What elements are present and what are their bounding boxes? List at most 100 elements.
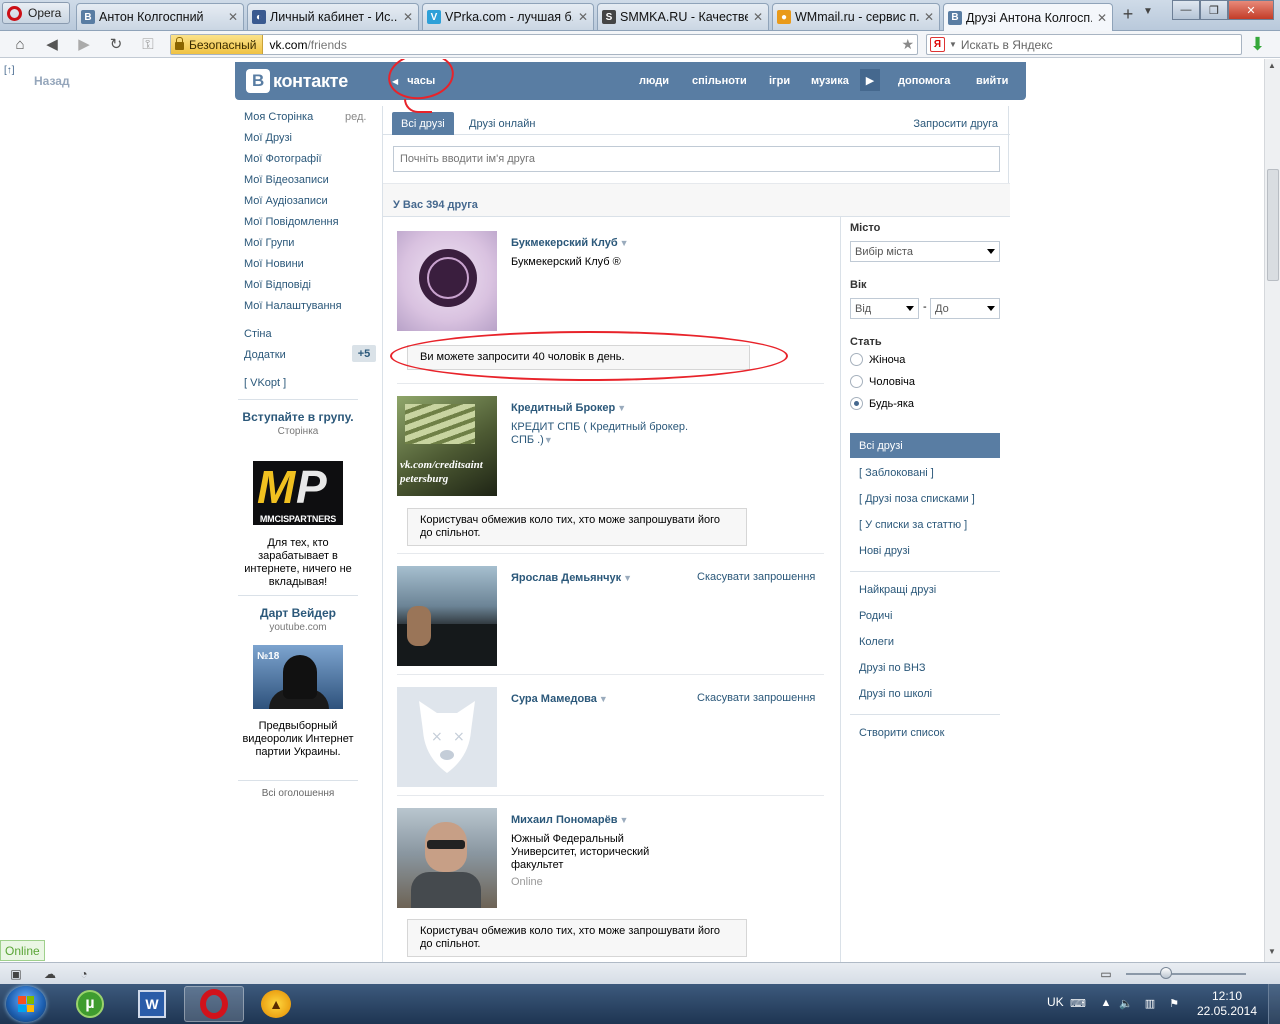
nav-logout[interactable]: вийти bbox=[976, 75, 1008, 87]
close-tab-icon[interactable]: ✕ bbox=[227, 10, 239, 24]
list-relatives[interactable]: Родичі bbox=[859, 610, 892, 622]
sex-option-female[interactable]: Жіноча bbox=[850, 353, 905, 366]
menu-apps[interactable]: Додатки bbox=[244, 349, 286, 361]
list-university[interactable]: Друзі по ВНЗ bbox=[859, 662, 926, 674]
keyboard-icon[interactable]: ⌨ bbox=[1070, 996, 1086, 1010]
taskbar-aimp[interactable]: ▲ bbox=[246, 986, 306, 1022]
friend-name-link[interactable]: Михаил Пономарёв ▼ bbox=[511, 814, 628, 826]
vk-logo[interactable]: В контакте bbox=[246, 69, 348, 93]
friend-name-link[interactable]: Ярослав Демьянчук ▼ bbox=[511, 572, 632, 584]
menu-my-photos[interactable]: Мої Фотографії bbox=[244, 153, 322, 165]
chevron-down-icon[interactable]: ▼ bbox=[620, 238, 629, 248]
taskbar-utorrent[interactable]: µ bbox=[60, 986, 120, 1022]
chevron-down-icon[interactable]: ▼ bbox=[617, 403, 626, 413]
nav-games[interactable]: ігри bbox=[769, 75, 790, 87]
security-badge[interactable]: Безопасный bbox=[171, 35, 264, 54]
browser-tab[interactable]: V VPrka.com - лучшая б... ✕ bbox=[422, 3, 594, 30]
radio-unchecked-icon[interactable] bbox=[850, 353, 863, 366]
tray-expand-icon[interactable]: ▲ bbox=[1098, 996, 1114, 1010]
browser-tab[interactable]: В Антон Колгоспний ✕ bbox=[76, 3, 244, 30]
friend-name-link[interactable]: Букмекерский Клуб ▼ bbox=[511, 237, 629, 249]
search-engine-dropdown-icon[interactable]: ▼ bbox=[949, 40, 957, 49]
friend-photo[interactable] bbox=[397, 808, 497, 908]
scroll-down-icon[interactable]: ▼ bbox=[1268, 947, 1276, 956]
sex-option-any[interactable]: Будь-яка bbox=[850, 397, 914, 410]
cloud-icon[interactable]: ☁ bbox=[42, 966, 58, 981]
list-school[interactable]: Друзі по школі bbox=[859, 688, 932, 700]
browser-tab[interactable]: S SMMKA.RU - Качестве... ✕ bbox=[597, 3, 769, 30]
ad-title[interactable]: Дарт Вейдер bbox=[238, 607, 358, 620]
friend-photo[interactable]: vk.com/creditsaint petersburg bbox=[397, 396, 497, 496]
volume-icon[interactable]: 🔈 bbox=[1118, 996, 1134, 1010]
show-desktop-button[interactable] bbox=[1268, 984, 1280, 1024]
browser-tab[interactable]: ◐ Личный кабинет - Ис... ✕ bbox=[247, 3, 419, 30]
sex-option-male[interactable]: Чоловіча bbox=[850, 375, 915, 388]
menu-my-groups[interactable]: Мої Групи bbox=[244, 237, 294, 249]
all-ads-link-block[interactable]: Всі оголошення bbox=[238, 786, 358, 799]
speed-dial-icon[interactable]: ◔ bbox=[76, 966, 92, 981]
menu-my-page[interactable]: Моя Сторінка bbox=[244, 111, 313, 123]
restore-icon[interactable]: ❐ bbox=[1200, 0, 1228, 20]
menu-my-friends[interactable]: Мої Друзі bbox=[244, 132, 292, 144]
friend-search-input[interactable] bbox=[393, 146, 1000, 172]
close-tab-icon[interactable]: ✕ bbox=[577, 10, 589, 24]
apps-count-badge[interactable]: +5 bbox=[352, 345, 376, 362]
page-scrollbar[interactable]: ▲ ▼ bbox=[1264, 59, 1280, 962]
scroll-up-icon[interactable]: ▲ bbox=[1268, 61, 1276, 70]
create-list-link[interactable]: Створити список bbox=[859, 727, 944, 739]
browser-tab-active[interactable]: В Друзі Антона Колгосп... ✕ bbox=[943, 3, 1113, 31]
ad-video-title-block[interactable]: Дарт Вейдер youtube.com bbox=[238, 607, 358, 634]
friend-photo[interactable] bbox=[397, 231, 497, 331]
menu-my-audio[interactable]: Мої Аудіозаписи bbox=[244, 195, 328, 207]
panel-toggle-icon[interactable]: ▣ bbox=[8, 966, 24, 981]
tab-friends-online[interactable]: Друзі онлайн bbox=[469, 118, 535, 130]
scroll-thumb[interactable] bbox=[1267, 169, 1279, 281]
download-arrow-icon[interactable]: ⬇ bbox=[1250, 35, 1268, 54]
bookmark-star-icon[interactable]: ★ bbox=[901, 36, 914, 53]
list-by-sex[interactable]: [ У списки за статтю ] bbox=[859, 519, 967, 531]
menu-my-news[interactable]: Мої Новини bbox=[244, 258, 304, 270]
list-new-friends[interactable]: Нові друзі bbox=[859, 545, 910, 557]
minimize-icon[interactable]: — bbox=[1172, 0, 1200, 20]
menu-vkopt[interactable]: [ VKopt ] bbox=[244, 377, 286, 389]
key-icon[interactable]: ⚿ bbox=[138, 35, 158, 53]
tab-all-friends[interactable]: Всі друзі bbox=[392, 112, 454, 135]
forward-arrow-icon[interactable]: ▶ bbox=[74, 35, 94, 53]
close-tab-icon[interactable]: ✕ bbox=[923, 10, 935, 24]
start-button[interactable] bbox=[6, 986, 46, 1022]
friend-name-link[interactable]: Кредитный Брокер ▼ bbox=[511, 402, 626, 414]
home-icon[interactable]: ⌂ bbox=[10, 35, 30, 53]
yandex-search-input[interactable]: Я ▼ Искать в Яндекс bbox=[926, 34, 1242, 55]
zoom-slider-track[interactable] bbox=[1126, 973, 1246, 975]
close-tab-icon[interactable]: ✕ bbox=[1096, 11, 1108, 25]
window-close-icon[interactable]: ✕ bbox=[1228, 0, 1274, 20]
address-field[interactable]: Безопасный vk.com/friends ★ bbox=[170, 34, 918, 55]
invite-friend-link[interactable]: Запросити друга bbox=[913, 118, 998, 130]
nav-music[interactable]: музика bbox=[811, 75, 849, 87]
chevron-down-icon[interactable]: ▼ bbox=[623, 573, 632, 583]
list-blocked[interactable]: [ Заблоковані ] bbox=[859, 467, 934, 479]
nav-communities[interactable]: спільноти bbox=[692, 75, 747, 87]
header-back-link[interactable]: ◀ часы bbox=[392, 75, 435, 87]
friend-name-link[interactable]: Сура Мамедова ▼ bbox=[511, 693, 608, 705]
radio-unchecked-icon[interactable] bbox=[850, 375, 863, 388]
menu-my-videos[interactable]: Мої Відеозаписи bbox=[244, 174, 329, 186]
reload-icon[interactable]: ↻ bbox=[106, 35, 126, 53]
friend-description[interactable]: КРЕДИТ СПБ ( Кредитный брокер. СПБ .)▼ bbox=[511, 421, 701, 447]
list-all-friends[interactable]: Всі друзі bbox=[850, 433, 1000, 458]
edit-link[interactable]: ред. bbox=[345, 111, 366, 123]
cancel-invitation-link[interactable]: Скасувати запрошення bbox=[697, 692, 815, 704]
action-center-flag-icon[interactable]: ⚑ bbox=[1166, 996, 1182, 1010]
chevron-down-icon[interactable]: ▼ bbox=[599, 694, 608, 704]
ad-group-title-block[interactable]: Вступайте в групу. Сторінка bbox=[238, 411, 358, 438]
list-colleagues[interactable]: Колеги bbox=[859, 636, 894, 648]
zoom-slider-handle[interactable] bbox=[1160, 967, 1172, 979]
list-unlisted[interactable]: [ Друзі поза списками ] bbox=[859, 493, 975, 505]
age-from-select[interactable]: Від bbox=[850, 298, 919, 319]
ad-mmcis-logo[interactable]: MP MMCISPARTNERS bbox=[253, 461, 343, 525]
view-icon[interactable]: ▭ bbox=[1098, 966, 1114, 981]
menu-wall[interactable]: Стіна bbox=[244, 328, 272, 340]
radio-checked-icon[interactable] bbox=[850, 397, 863, 410]
menu-my-settings[interactable]: Мої Налаштування bbox=[244, 300, 342, 312]
back-arrow-icon[interactable]: ◀ bbox=[42, 35, 62, 53]
